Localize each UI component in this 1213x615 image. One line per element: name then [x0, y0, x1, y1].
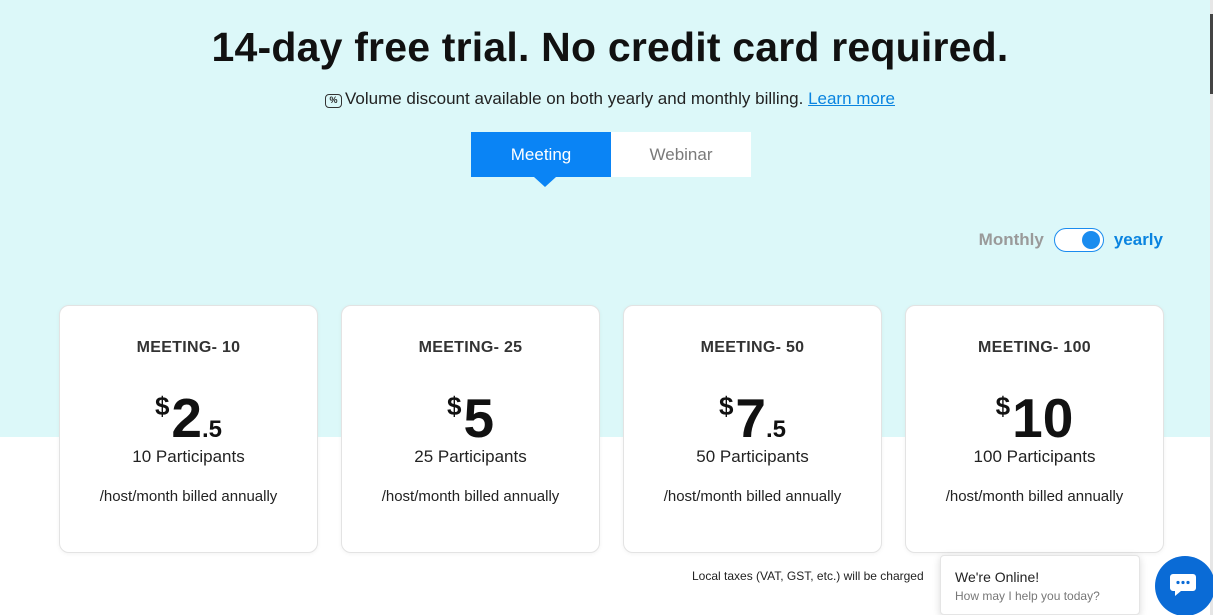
product-tabs: Meeting Webinar	[471, 132, 751, 187]
local-taxes-note: Local taxes (VAT, GST, etc.) will be cha…	[692, 569, 924, 583]
volume-discount-note: % Volume discount available on both yearl…	[0, 89, 1213, 109]
chat-title: We're Online!	[955, 569, 1040, 585]
price-decimal: .5	[766, 416, 787, 443]
plan-billing-note: /host/month billed annually	[945, 488, 1124, 505]
plan-card-meeting-25[interactable]: MEETING- 25 $5 25 Participants /host/mon…	[341, 305, 600, 553]
plan-title: MEETING- 50	[700, 339, 805, 356]
learn-more-link[interactable]: Learn more	[808, 89, 895, 108]
billing-period-switch: Monthly yearly	[979, 228, 1163, 252]
currency-symbol: $	[154, 391, 170, 421]
price-integer: 7	[735, 387, 767, 449]
price-integer: 5	[463, 387, 495, 449]
discount-text: Volume discount available on both yearly…	[344, 89, 804, 108]
price-integer: 2	[171, 387, 203, 449]
plan-card-meeting-50[interactable]: MEETING- 50 $7.5 50 Participants /host/m…	[623, 305, 882, 553]
tab-webinar[interactable]: Webinar	[611, 132, 751, 177]
plan-participants: 25 Participants	[414, 447, 527, 466]
price-decimal: .5	[202, 416, 223, 443]
plan-card-meeting-10[interactable]: MEETING- 10 $2.5 10 Participants /host/m…	[59, 305, 318, 553]
chat-widget-popup[interactable]: We're Online! How may I help you today?	[940, 555, 1140, 615]
plan-title: MEETING- 10	[136, 339, 241, 356]
plan-title: MEETING- 100	[978, 339, 1091, 356]
chat-bubble-icon	[1170, 574, 1196, 596]
billing-toggle[interactable]	[1053, 228, 1104, 252]
plan-participants: 10 Participants	[132, 447, 245, 466]
price-integer: 10	[1012, 387, 1074, 449]
monthly-label[interactable]: Monthly	[979, 230, 1044, 250]
plan-billing-note: /host/month billed annually	[381, 488, 560, 505]
chat-launcher-button[interactable]	[1155, 556, 1213, 615]
plan-title: MEETING- 25	[418, 339, 523, 356]
plan-billing-note: /host/month billed annually	[99, 488, 278, 505]
toggle-knob	[1081, 231, 1100, 249]
currency-symbol: $	[446, 391, 462, 421]
currency-symbol: $	[995, 391, 1011, 421]
tab-meeting[interactable]: Meeting	[471, 132, 611, 187]
chat-subtitle: How may I help you today?	[955, 589, 1100, 603]
yearly-label[interactable]: yearly	[1114, 230, 1163, 250]
plan-billing-note: /host/month billed annually	[663, 488, 842, 505]
page-headline: 14-day free trial. No credit card requir…	[211, 24, 1009, 70]
currency-symbol: $	[718, 391, 734, 421]
percent-tag-icon: %	[324, 94, 342, 108]
plan-participants: 100 Participants	[973, 447, 1096, 466]
plan-participants: 50 Participants	[696, 447, 809, 466]
plan-card-meeting-100[interactable]: MEETING- 100 $10 100 Participants /host/…	[905, 305, 1164, 553]
